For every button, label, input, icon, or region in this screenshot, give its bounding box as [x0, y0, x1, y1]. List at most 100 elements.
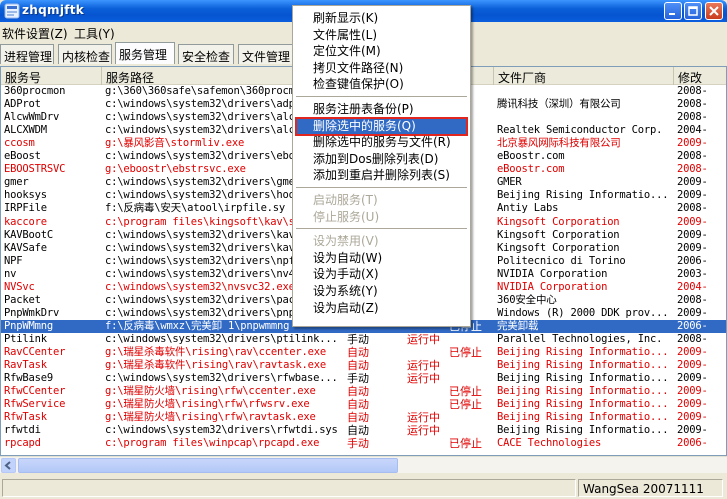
cell-name: RfwCCenter — [4, 385, 66, 398]
cell-mod: 2009- — [677, 424, 708, 437]
context-menu-item[interactable]: 删除选中的服务(Q) — [295, 116, 468, 136]
table-row[interactable]: rpcapd c:\program files\winpcap\rpcapd.ex… — [1, 437, 726, 451]
cell-vendor: 北京暴风网际科技有限公司 — [497, 137, 621, 150]
table-row[interactable]: RfwCCenter g:\瑞星防火墙\rising\rfw\ccenter.ex… — [1, 385, 726, 399]
cell-name: ccosm — [4, 137, 35, 150]
cell-path: c:\program files\winpcap\rpcapd.exe — [105, 437, 320, 450]
cell-vendor: Parallel Technologies, Inc. — [497, 332, 663, 345]
cell-vendor: Kingsoft Corporation — [497, 215, 620, 228]
context-menu-item[interactable]: 添加到Dos删除列表(D) — [296, 151, 467, 168]
scroll-left-button[interactable] — [1, 458, 16, 473]
cell-state — [407, 437, 447, 450]
minimize-button[interactable] — [664, 2, 682, 20]
cell-mod: 2003- — [677, 267, 708, 280]
column-header-name[interactable]: 服务号 — [1, 67, 102, 85]
cell-name: ADProt — [4, 98, 41, 111]
context-menu-item[interactable]: 添加到重启并删除列表(S) — [296, 167, 467, 184]
cell-start: 自动 — [347, 398, 369, 412]
context-menu-item[interactable]: 设为系统(Y) — [296, 283, 467, 300]
maximize-button[interactable] — [684, 2, 702, 20]
context-menu-item[interactable]: 设为启动(Z) — [296, 300, 467, 317]
cell-mod: 2009- — [677, 189, 708, 202]
cell-start: 手动 — [347, 437, 369, 451]
table-row[interactable]: RavTask g:\瑞星杀毒软件\rising\rav\ravtask.exe 自… — [1, 359, 726, 372]
status-bar: WangSea 20071111 — [0, 476, 727, 499]
cell-state: 运行中 — [407, 411, 440, 425]
context-menu: 刷新显示(K) 文件属性(L) 定位文件(M) 拷贝文件路径(N) 检查键值保护(O) 服… — [292, 5, 471, 327]
context-menu-item[interactable]: 设为手动(X) — [296, 266, 467, 283]
column-header-vendor[interactable]: 文件厂商 — [494, 67, 674, 85]
cell-name: PnpWMmng — [4, 319, 53, 332]
context-menu-item[interactable]: 删除选中的服务与文件(R) — [296, 134, 467, 151]
context-menu-item[interactable]: 文件属性(L) — [296, 27, 467, 44]
cell-name: rpcapd — [4, 437, 41, 450]
cell-vendor: Antiy Labs — [497, 202, 559, 215]
cell-vendor — [497, 111, 673, 124]
menu-separator — [296, 96, 467, 97]
table-row[interactable]: RavCCenter g:\瑞星杀毒软件\rising\rav\ccenter.e… — [1, 346, 726, 359]
cell-path: g:\瑞星防火墙\rising\rfw\ccenter.exe — [105, 385, 316, 398]
context-menu-item[interactable]: 拷贝文件路径(N) — [296, 60, 467, 77]
cell-vendor: Kingsoft Corporation — [497, 241, 620, 254]
cell-name: hooksys — [4, 189, 47, 202]
cell-name: AlcwWmDrv — [4, 111, 60, 124]
cell-mod: 2008- — [677, 332, 708, 345]
context-menu-item[interactable]: 刷新显示(K) — [296, 10, 467, 27]
cell-mod: 2009- — [677, 372, 708, 385]
app-icon — [4, 3, 20, 19]
cell-mod: 2009- — [677, 385, 708, 398]
cell-vendor: Beijing Rising Informatio... — [497, 346, 669, 358]
cell-path: g:\瑞星杀毒软件\rising\rav\ccenter.exe — [105, 346, 326, 358]
horizontal-scrollbar[interactable] — [0, 456, 727, 473]
context-menu-item[interactable]: 定位文件(M) — [296, 43, 467, 60]
menu-separator — [296, 187, 467, 188]
menu-tools[interactable]: 工具(Y) — [74, 25, 115, 42]
cell-name: EBOOSTRSVC — [4, 163, 66, 176]
cell-mod: 2009- — [677, 346, 708, 358]
tab-services[interactable]: 服务管理 — [115, 42, 175, 64]
cell-vendor: Beijing Rising Informatio... — [497, 189, 669, 202]
cell-state: 运行中 — [407, 332, 440, 346]
cell-mod: 2006- — [677, 254, 708, 267]
cell-state — [407, 346, 447, 359]
menu-settings[interactable]: 软件设置(Z) — [2, 25, 68, 42]
cell-start: 自动 — [347, 346, 369, 359]
close-icon — [709, 6, 719, 16]
tab-kernel[interactable]: 内核检查 — [58, 44, 112, 64]
cell-mod: 2009- — [677, 215, 708, 228]
cell-name: RfwBase9 — [4, 372, 53, 385]
context-menu-item[interactable]: 服务注册表备份(P) — [296, 101, 467, 118]
cell-name: NVSvc — [4, 280, 35, 293]
table-row[interactable]: RfwTask g:\瑞星防火墙\rising\rfw\ravtask.exe 自动… — [1, 411, 726, 425]
cell-mod: 2009- — [677, 398, 708, 411]
cell-name: Packet — [4, 293, 41, 306]
cell-stopped: 已停止 — [449, 385, 482, 399]
table-row[interactable]: Ptilink c:\windows\system32\drivers\ptili… — [1, 332, 726, 346]
close-button[interactable] — [705, 2, 723, 20]
cell-stopped — [449, 372, 493, 385]
context-menu-item: 设为禁用(V) — [313, 234, 379, 249]
cell-path: c:\windows\system32\drivers\rfwtdi.sys — [105, 424, 338, 437]
tab-process[interactable]: 进程管理 — [0, 44, 54, 64]
context-menu-item[interactable]: 检查键值保护(O) — [296, 76, 467, 93]
column-header-modified[interactable]: 修改 — [674, 67, 726, 85]
table-row[interactable]: RfwBase9 c:\windows\system32\drivers\rfwb… — [1, 372, 726, 385]
cell-name: RavTask — [4, 359, 47, 372]
table-row[interactable]: rfwtdi c:\windows\system32\drivers\rfwtdi… — [1, 424, 726, 437]
cell-mod: 2004- — [677, 280, 708, 293]
table-row[interactable]: RfwService g:\瑞星防火墙\rising\rfw\rfwsrv.exe… — [1, 398, 726, 412]
tab-security[interactable]: 安全检查 — [178, 44, 234, 64]
cell-mod: 2009- — [677, 306, 708, 319]
tab-files[interactable]: 文件管理 — [238, 44, 294, 64]
cell-vendor: Kingsoft Corporation — [497, 228, 620, 241]
cell-path: g:\瑞星防火墙\rising\rfw\rfwsrv.exe — [105, 398, 310, 411]
cell-vendor: 完美卸载 — [497, 319, 539, 332]
scrollbar-thumb[interactable] — [18, 458, 398, 473]
cell-name: 360procmon — [4, 85, 66, 97]
scroll-left-icon — [4, 461, 11, 470]
cell-start: 自动 — [347, 411, 369, 425]
context-menu-item[interactable]: 设为自动(W) — [296, 250, 467, 267]
cell-path: c:\windows\system32\drivers\ptilink... — [105, 332, 338, 345]
cell-mod: 2009- — [677, 228, 708, 241]
cell-stopped — [449, 359, 493, 372]
